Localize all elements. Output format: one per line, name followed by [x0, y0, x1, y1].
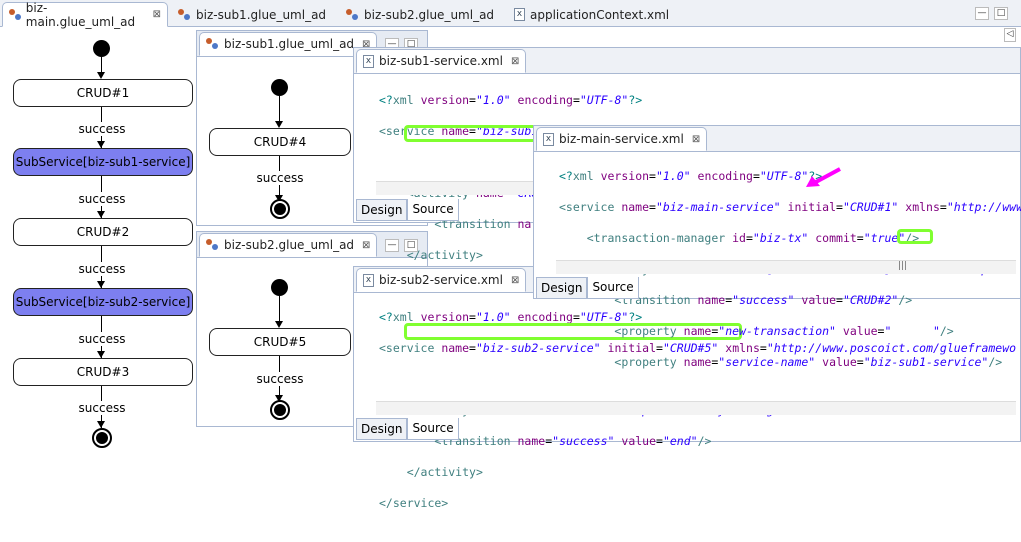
code-line: <?xml version="1.0" encoding="UTF-8"?>: [379, 92, 643, 107]
main-xml-editor: x biz-main-service.xml ⊠ <?xml version="…: [533, 125, 1021, 369]
diagram-icon: [206, 239, 219, 251]
subservice-sub2-node[interactable]: SubService[biz-sub2-service]: [13, 288, 193, 316]
code-line: </activity>: [406, 464, 483, 479]
tab-label: biz-sub2-service.xml: [379, 273, 503, 287]
tab-main-xml[interactable]: x biz-main-service.xml ⊠: [536, 127, 708, 151]
tab-label: biz-sub1-service.xml: [379, 54, 503, 68]
tab-label: biz-sub1.glue_uml_ad: [224, 37, 355, 51]
minimize-button[interactable]: —: [975, 7, 989, 20]
arrowhead: [97, 281, 105, 288]
tab-biz-main[interactable]: biz-main.glue_uml_ad ⊠: [2, 0, 168, 29]
arrowhead: [97, 72, 105, 79]
source-tab[interactable]: Source: [407, 418, 459, 440]
crud3-node[interactable]: CRUD#3: [13, 358, 193, 386]
edge-label: success: [60, 192, 144, 206]
tab-label: biz-main.glue_uml_ad: [25, 0, 136, 29]
arrowhead: [97, 421, 105, 428]
pane-header: x biz-main-service.xml ⊠: [534, 126, 1020, 152]
code-line: <service name="biz-main-service" initial…: [559, 199, 1021, 214]
crud4-node[interactable]: CRUD#4: [209, 128, 351, 156]
close-icon[interactable]: ⊠: [362, 240, 370, 251]
scroll-grip[interactable]: |||: [898, 261, 907, 271]
editor-mode-tabs: Design Source: [356, 418, 459, 440]
tab-biz-sub1[interactable]: biz-sub1.glue_uml_ad: [172, 2, 332, 27]
code-line: </service>: [379, 495, 449, 510]
horizontal-scrollbar[interactable]: [376, 401, 1016, 415]
design-tab[interactable]: Design: [356, 418, 408, 440]
xml-file-icon: x: [543, 132, 554, 146]
tab-sub2-xml[interactable]: x biz-sub2-service.xml ⊠: [356, 268, 527, 292]
close-icon[interactable]: ⊠: [692, 134, 700, 145]
diagram-icon: [9, 8, 21, 21]
end-node: [92, 428, 112, 448]
end-node: [270, 199, 290, 219]
edge-label: success: [60, 332, 144, 346]
start-node: [93, 40, 110, 57]
start-node: [271, 79, 288, 96]
diagram-icon: [178, 8, 191, 21]
highlight-box: [897, 229, 933, 244]
xml-file-icon: x: [363, 54, 374, 68]
edge-label: success: [60, 262, 144, 276]
source-tab[interactable]: Source: [587, 277, 639, 299]
arrowhead: [275, 321, 283, 328]
arrowhead: [97, 351, 105, 358]
source-tab[interactable]: Source: [407, 199, 459, 221]
code-line: <property name="service-name" value="biz…: [614, 354, 1003, 369]
scroll-left-icon[interactable]: ◁: [1004, 28, 1016, 42]
start-node: [271, 279, 288, 296]
main-diagram-canvas: CRUD#1 success SubService[biz-sub1-servi…: [0, 27, 200, 466]
xml-file-icon: x: [363, 273, 374, 287]
arrowhead: [97, 211, 105, 218]
tab-label: applicationContext.xml: [530, 7, 670, 22]
editor-mode-tabs: Design Source: [356, 199, 459, 221]
subservice-sub1-node[interactable]: SubService[biz-sub1-service]: [13, 148, 193, 176]
code-line: <property name="new-transaction" value="…: [614, 323, 954, 338]
diagram-icon: [346, 8, 359, 21]
design-tab[interactable]: Design: [536, 277, 588, 299]
horizontal-scrollbar[interactable]: |||: [556, 260, 1016, 274]
pane-header: x biz-sub1-service.xml ⊠: [354, 48, 1020, 74]
tab-sub1-xml[interactable]: x biz-sub1-service.xml ⊠: [356, 49, 527, 73]
tab-label: biz-main-service.xml: [559, 132, 684, 146]
editor-mode-tabs: Design Source: [536, 277, 639, 299]
close-icon[interactable]: ⊠: [153, 9, 161, 20]
design-tab[interactable]: Design: [356, 199, 408, 221]
xml-file-icon: x: [514, 8, 525, 21]
arrowhead: [275, 121, 283, 128]
close-icon[interactable]: ⊠: [511, 275, 519, 286]
tab-label: biz-sub2.glue_uml_ad: [364, 7, 495, 22]
tab-application-context[interactable]: x applicationContext.xml: [508, 2, 675, 27]
crud2-node[interactable]: CRUD#2: [13, 218, 193, 246]
code-line: <?xml version="1.0" encoding="UTF-8"?>: [559, 168, 823, 183]
code-line: <transaction-manager id="biz-tx" commit=…: [586, 230, 920, 245]
edge-label: success: [60, 401, 144, 415]
tab-label: biz-sub2.glue_uml_ad: [224, 238, 355, 252]
crud1-node[interactable]: CRUD#1: [13, 79, 193, 107]
code-line: <transition name="success" value="end"/>: [434, 433, 712, 448]
horizontal-scrollbar[interactable]: [376, 181, 556, 195]
end-node: [270, 400, 290, 420]
crud5-node[interactable]: CRUD#5: [209, 328, 351, 356]
tab-label: biz-sub1.glue_uml_ad: [196, 7, 327, 22]
diagram-icon: [206, 38, 219, 50]
tab-biz-sub2-pane[interactable]: biz-sub2.glue_uml_ad ⊠: [199, 233, 378, 257]
editor-tab-bar: biz-main.glue_uml_ad ⊠ biz-sub1.glue_uml…: [0, 0, 1021, 42]
tab-biz-sub1-pane[interactable]: biz-sub1.glue_uml_ad ⊠: [199, 32, 378, 56]
maximize-button[interactable]: □: [994, 7, 1008, 20]
edge-label: success: [60, 122, 144, 136]
pointer-arrow-icon: [806, 167, 841, 187]
tab-biz-sub2[interactable]: biz-sub2.glue_uml_ad: [340, 2, 500, 27]
close-icon[interactable]: ⊠: [511, 56, 519, 67]
edge-label: success: [247, 372, 313, 386]
arrowhead: [97, 141, 105, 148]
edge-label: success: [247, 171, 313, 185]
